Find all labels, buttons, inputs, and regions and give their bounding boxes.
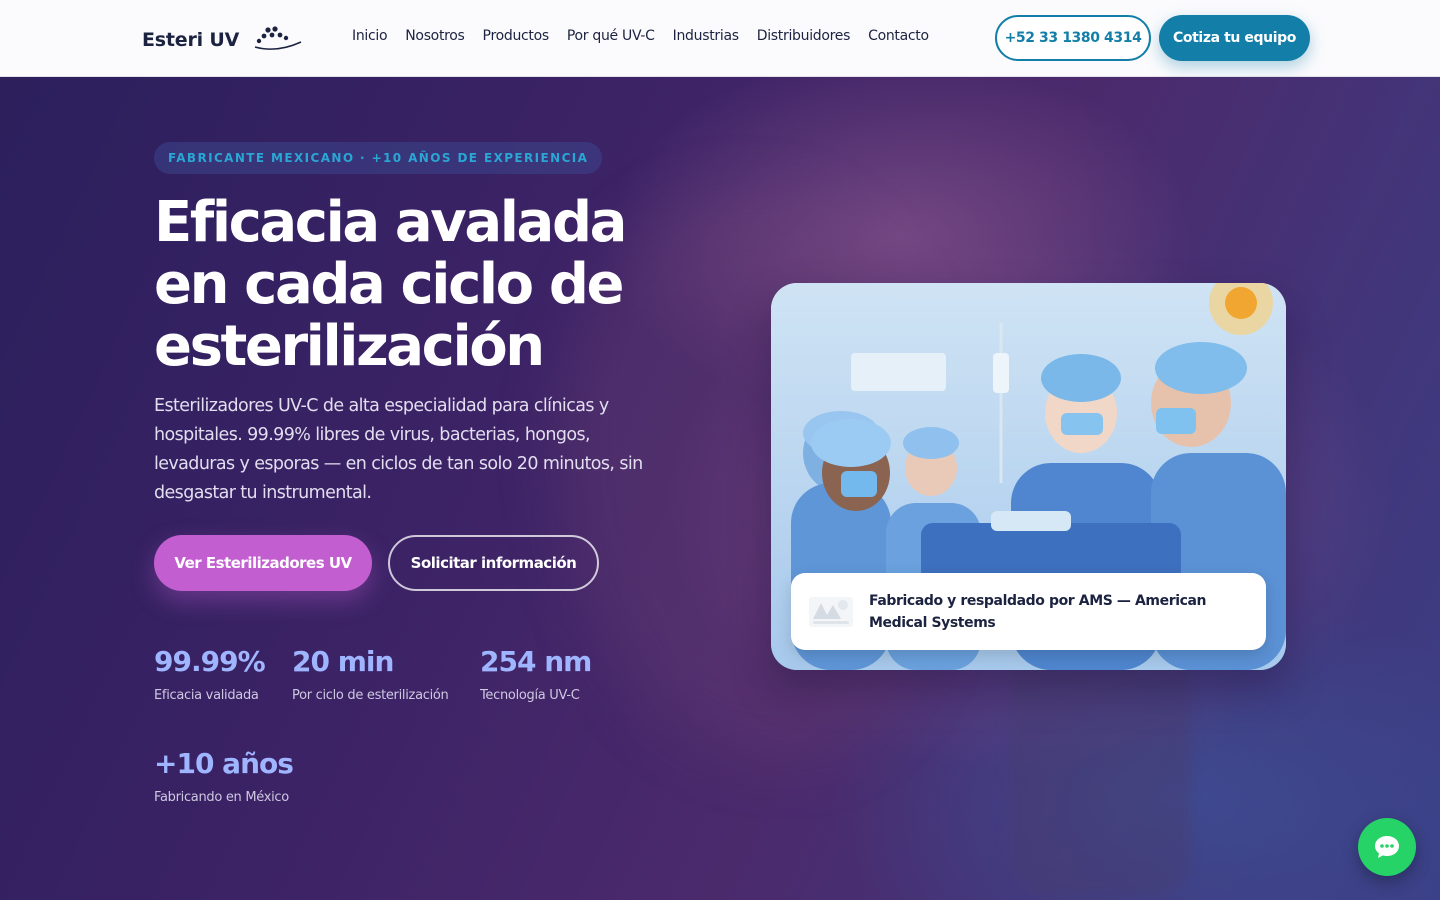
stat-cycle-time: 20 min Por ciclo de esterilización <box>292 645 449 703</box>
ams-logo-icon <box>809 596 853 627</box>
logo-text: Esteri UV <box>142 29 240 51</box>
site-header: Esteri UV Inicio Nosotros Productos Por … <box>0 0 1440 77</box>
quote-button[interactable]: Cotiza tu equipo <box>1159 15 1310 61</box>
image-caption-card: Fabricado y respaldado por AMS — America… <box>791 573 1266 650</box>
stat-efficacy: 99.99% Eficacia validada <box>154 645 266 703</box>
stat-value: 20 min <box>292 645 394 678</box>
phone-button[interactable]: +52 33 1380 4314 <box>995 15 1151 61</box>
stat-label: Por ciclo de esterilización <box>292 688 449 703</box>
hero-description: Esterilizadores UV-C de alta especialida… <box>154 396 643 503</box>
stat-label: Fabricando en México <box>154 790 289 805</box>
chat-button[interactable] <box>1358 818 1416 876</box>
nav-link-nosotros[interactable]: Nosotros <box>405 28 465 44</box>
main-nav: Inicio Nosotros Productos Por qué UV-C I… <box>352 28 929 44</box>
stat-label: Tecnología UV-C <box>480 688 580 703</box>
nav-link-industrias[interactable]: Industrias <box>673 28 739 44</box>
hero-title: Eficacia avalada en cada ciclo de esteri… <box>154 190 627 379</box>
request-info-button[interactable]: Solicitar información <box>388 535 599 591</box>
hero-image-card: Fabricado y respaldado por AMS — America… <box>771 283 1286 670</box>
nav-link-inicio[interactable]: Inicio <box>352 28 388 44</box>
brand-logo[interactable]: Esteri UV <box>142 22 303 58</box>
hero-background-shape <box>1010 637 1190 897</box>
hero-badge: FABRICANTE MEXICANO · +10 AÑOS DE EXPERI… <box>154 142 603 174</box>
stat-experience: +10 años Fabricando en México <box>154 747 294 805</box>
nav-link-por-que-uvc[interactable]: Por qué UV-C <box>567 28 655 44</box>
nav-link-contacto[interactable]: Contacto <box>868 28 929 44</box>
nav-link-productos[interactable]: Productos <box>483 28 550 44</box>
stat-value: +10 años <box>154 747 294 780</box>
stat-value: 254 nm <box>480 645 592 678</box>
caption-text: Fabricado y respaldado por AMS — America… <box>869 592 1207 631</box>
dots-wave-logo-icon <box>254 26 302 50</box>
stat-label: Eficacia validada <box>154 688 259 703</box>
chat-bubble-icon <box>1375 836 1399 858</box>
stat-wavelength: 254 nm Tecnología UV-C <box>480 645 592 703</box>
nav-link-distribuidores[interactable]: Distribuidores <box>757 28 851 44</box>
stat-value: 99.99% <box>154 645 266 678</box>
view-sterilizers-button[interactable]: Ver Esterilizadores UV <box>154 535 372 591</box>
